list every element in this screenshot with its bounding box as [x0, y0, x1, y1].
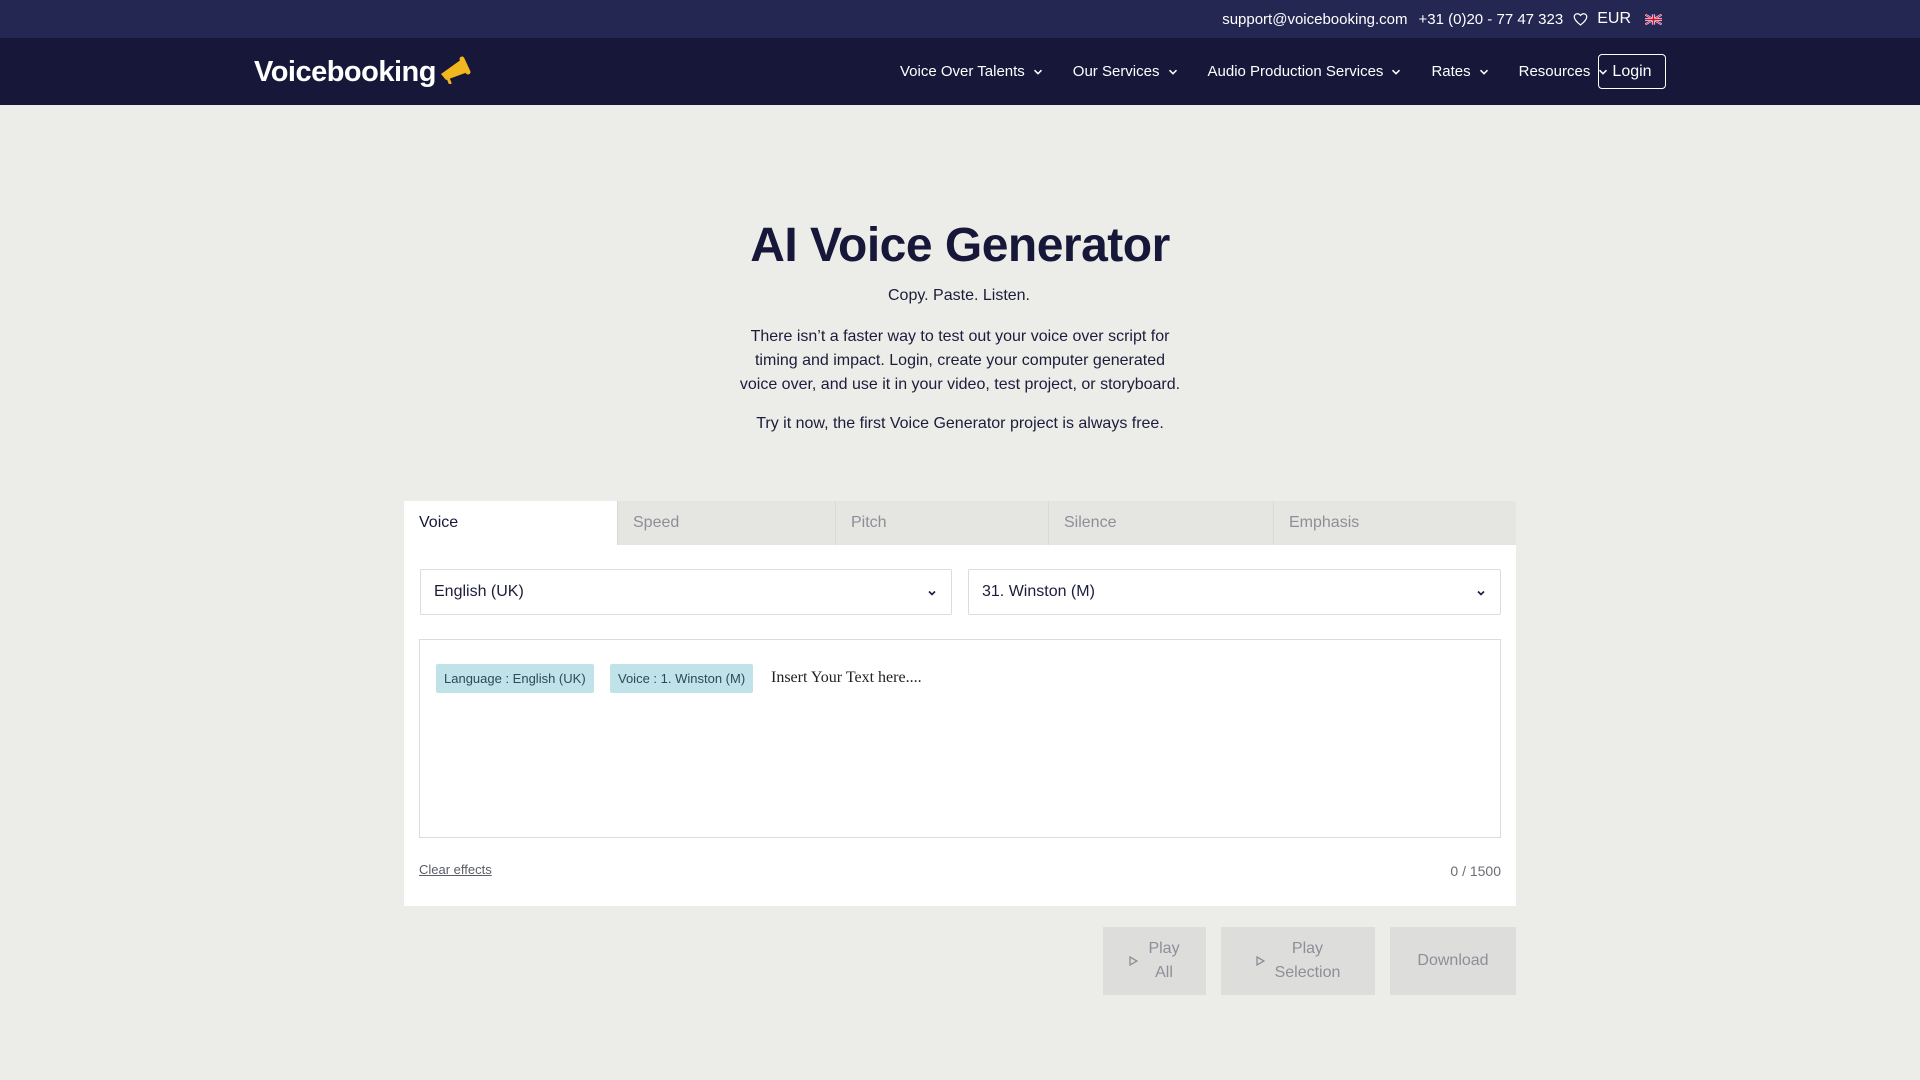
tab-emphasis[interactable]: Emphasis: [1273, 501, 1516, 545]
play-all-button[interactable]: Play All: [1103, 927, 1206, 995]
voice-select-value: 31. Winston (M): [982, 583, 1095, 600]
clear-effects-link[interactable]: Clear effects: [419, 862, 492, 877]
chevron-down-icon: [928, 590, 936, 596]
hero-subtitle: Copy. Paste. Listen.: [888, 287, 1030, 304]
chevron-down-icon: [1168, 69, 1177, 75]
hero-description: There isn’t a faster way to test out you…: [739, 328, 1181, 393]
nav-label: Resources: [1518, 63, 1591, 80]
nav-rates[interactable]: Rates: [1431, 63, 1488, 80]
top-bar: support@voicebooking.com +31 (0)20 - 77 …: [0, 0, 1920, 38]
nav-voice-over-talents[interactable]: Voice Over Talents: [900, 63, 1043, 80]
nav-audio-production-services[interactable]: Audio Production Services: [1208, 63, 1402, 80]
tab-pitch[interactable]: Pitch: [835, 501, 1048, 545]
voice-generator-panel: Voice Speed Pitch Silence Emphasis Engli…: [404, 501, 1516, 906]
nav-label: Voice Over Talents: [900, 63, 1025, 80]
play-selection-label: Play Selection: [1274, 940, 1341, 981]
chevron-down-icon: [1392, 69, 1401, 75]
nav-label: Audio Production Services: [1207, 63, 1384, 80]
voice-select[interactable]: 31. Winston (M): [968, 569, 1501, 615]
currency-selector[interactable]: EUR: [1597, 10, 1631, 28]
login-button[interactable]: Login: [1598, 54, 1666, 89]
nav-our-services[interactable]: Our Services: [1073, 63, 1178, 80]
support-email-link[interactable]: support@voicebooking.com: [1222, 11, 1407, 28]
tab-voice[interactable]: Voice: [404, 501, 617, 545]
language-tag[interactable]: Language : English (UK): [436, 664, 594, 693]
play-icon: [1129, 956, 1139, 966]
heart-icon[interactable]: [1573, 11, 1589, 27]
download-button[interactable]: Download: [1390, 927, 1516, 995]
voice-tag[interactable]: Voice : 1. Winston (M): [610, 664, 754, 693]
hero-try-text: Try it now, the first Voice Generator pr…: [756, 415, 1164, 432]
effect-tabs: Voice Speed Pitch Silence Emphasis: [404, 501, 1516, 545]
logo-text: Voicebooking: [254, 55, 436, 88]
nav-resources[interactable]: Resources: [1519, 63, 1609, 80]
tab-speed[interactable]: Speed: [617, 501, 835, 545]
script-text-editor[interactable]: Language : English (UK) Voice : 1. Winst…: [419, 639, 1501, 838]
play-all-label: Play All: [1148, 940, 1180, 981]
main-nav: Voice Over Talents Our Services Audio Pr…: [900, 38, 1638, 105]
megaphone-icon: [440, 56, 471, 84]
chevron-down-icon: [1479, 69, 1488, 75]
language-select-value: English (UK): [434, 583, 524, 600]
chevron-down-icon: [1477, 590, 1485, 596]
language-select[interactable]: English (UK): [420, 569, 952, 615]
chevron-down-icon: [1033, 69, 1042, 75]
editor-placeholder: Insert Your Text here....: [771, 669, 922, 686]
nav-label: Rates: [1431, 63, 1471, 80]
voicebooking-logo[interactable]: Voicebooking: [254, 52, 472, 92]
page-title: AI Voice Generator: [750, 219, 1170, 272]
nav-label: Our Services: [1072, 63, 1160, 80]
uk-flag-icon[interactable]: [1645, 13, 1662, 25]
phone-link[interactable]: +31 (0)20 - 77 47 323: [1419, 11, 1564, 28]
tab-silence[interactable]: Silence: [1048, 501, 1273, 545]
character-counter: 0 / 1500: [1450, 863, 1501, 879]
main-navbar: Voicebooking Voice Over Talents Our Serv…: [0, 38, 1920, 105]
play-icon: [1255, 956, 1265, 966]
play-selection-button[interactable]: Play Selection: [1221, 927, 1375, 995]
